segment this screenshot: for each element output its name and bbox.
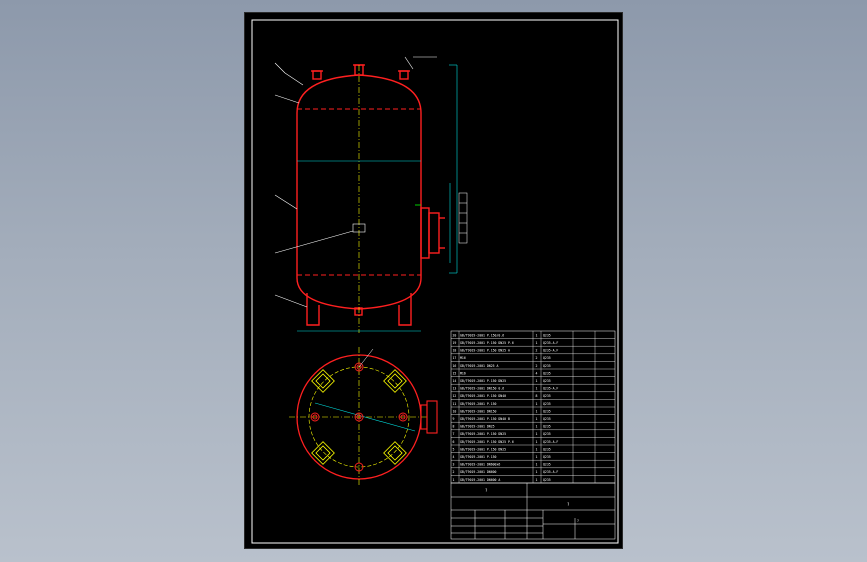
bom-quantity: 1 <box>536 341 538 345</box>
bom-material: Q235 <box>543 356 551 360</box>
bom-spec: GB/T9019-2001 DN600x6 <box>460 463 500 467</box>
top-nozzle-right <box>399 70 409 80</box>
title-label-main: ? <box>485 488 488 493</box>
bom-spec: GB/T9019-2001 P.150 <box>460 455 497 459</box>
bom-material: Q235-A.F <box>543 341 558 345</box>
bom-quantity: 4 <box>536 371 538 375</box>
drawing-border <box>251 19 619 544</box>
bom-spec: GB/T9019-2001 P.150 DN40 <box>460 394 506 398</box>
bom-quantity: 1 <box>536 402 538 406</box>
pressure-vessel-drawing: 20 GB/T9019-2001 P.150/0.6 1 Q23519 GB/T9019… <box>251 19 619 544</box>
bom-material: Q235 <box>543 455 551 459</box>
bom-item-number: 12 <box>453 394 457 398</box>
bom-material: Q235 <box>543 394 551 398</box>
bom-quantity: 1 <box>536 425 538 429</box>
bom-spec: GB/T9019-2001 P.150/0.6 <box>460 333 504 337</box>
drawing-sheet: 20 GB/T9019-2001 P.150/0.6 1 Q235 19 GB/T9019… <box>244 12 623 549</box>
bom-spec: GB/T9019-2001 P.150 DN25 <box>460 432 506 436</box>
bom-item-number: 10 <box>453 409 457 413</box>
bom-spec: GB/T9019-2001 DN150 0.6 <box>460 387 504 391</box>
bom-quantity: 1 <box>536 455 538 459</box>
bom-material: Q235 <box>543 425 551 429</box>
bom-spec: GB/T9019-2001 P.150 DN25 <box>460 447 506 451</box>
bom-item-number: 17 <box>453 356 457 360</box>
bom-material: Q235 <box>543 417 551 421</box>
bom-quantity: 1 <box>536 379 538 383</box>
bom-item-number: 1 <box>453 478 455 482</box>
bom-spec: GB/T9019-2001 P.150 DN25 <box>460 379 506 383</box>
bom-item-number: 6 <box>453 440 455 444</box>
bom-spec: GB/T9019-2001 DN600 <box>460 470 497 474</box>
leader-lines <box>274 56 437 308</box>
bom-quantity: 1 <box>536 333 538 337</box>
bom-spec: GB/T9019-2001 DN25 A <box>460 364 498 368</box>
bom-item-number: 13 <box>453 387 457 391</box>
dimension-column <box>458 192 468 244</box>
bom-spec: GB/T9019-2001 DN600 A <box>460 478 500 482</box>
bom-item-number: 3 <box>453 463 455 467</box>
bom-item-number: 8 <box>453 425 455 429</box>
bom-material: Q235-A.F <box>543 470 558 474</box>
bom-spec: GB/T9019-2001 P.150 <box>460 402 497 406</box>
bom-material: Q235-A.F <box>543 349 558 353</box>
bom-material: Q235 <box>543 409 551 413</box>
bom-item-number: 2 <box>453 470 455 474</box>
bom-material: Q235 <box>543 463 551 467</box>
bom-spec: GB/T9019-2001 DN150 <box>460 409 497 413</box>
bom-material: Q235-A.F <box>543 387 558 391</box>
bom-quantity: 1 <box>536 463 538 467</box>
bom-quantity: 1 <box>536 417 538 421</box>
bill-of-materials: 20 GB/T9019-2001 P.150/0.6 1 Q23519 GB/T9019… <box>450 330 616 484</box>
bom-quantity: 2 <box>536 349 538 353</box>
bom-material: Q235 <box>543 447 551 451</box>
bom-quantity: 2 <box>536 356 538 360</box>
bom-quantity: 1 <box>536 409 538 413</box>
bom-item-number: 18 <box>453 349 457 353</box>
bom-item-number: 7 <box>453 432 455 436</box>
bom-item-number: 9 <box>453 417 455 421</box>
bom-spec: GB/T9019-2001 P.150 DN25 A <box>460 349 510 353</box>
bom-item-number: 11 <box>453 402 457 406</box>
bom-material: Q235-A.F <box>543 440 558 444</box>
bom-quantity: 1 <box>536 440 538 444</box>
bom-quantity: 8 <box>536 394 538 398</box>
title-label-right: ? <box>567 502 570 507</box>
side-manhole-flange <box>420 207 430 259</box>
bom-material: Q235 <box>543 478 551 482</box>
bom-material: Q235 <box>543 364 551 368</box>
bom-material: Q235 <box>543 333 551 337</box>
bom-material: Q235 <box>543 379 551 383</box>
title-block <box>450 482 616 540</box>
bom-material: Q235 <box>543 432 551 436</box>
bom-item-number: 19 <box>453 341 457 345</box>
bom-spec: GB/T9019-2001 P.150 DN25 P.6 <box>460 341 514 345</box>
title-label-sub: ? <box>577 519 579 523</box>
side-manhole-cover <box>428 212 440 254</box>
bom-item-number: 5 <box>453 447 455 451</box>
bom-item-number: 16 <box>453 364 457 368</box>
bom-item-number: 15 <box>453 371 457 375</box>
front-elevation <box>296 64 445 326</box>
bom-spec: GB/T9019-2001 P.150 DN40 B <box>460 417 510 421</box>
bom-quantity: 1 <box>536 470 538 474</box>
bom-quantity: 1 <box>536 387 538 391</box>
bom-spec: GB/T9019-2001 P.150 DN25 P.6 <box>460 440 514 444</box>
bom-spec: GB/T9019-2001 DN25 <box>460 425 495 429</box>
top-nozzle-left <box>312 70 322 80</box>
bom-item-number: 4 <box>453 455 455 459</box>
bom-quantity: 1 <box>536 478 538 482</box>
bom-spec: M16 <box>460 356 466 360</box>
bom-item-number: 14 <box>453 379 457 383</box>
bom-quantity: 1 <box>536 432 538 436</box>
bom-material: Q235 <box>543 371 551 375</box>
bom-quantity: 2 <box>536 364 538 368</box>
bom-item-number: 20 <box>453 333 457 337</box>
plan-view <box>289 347 438 487</box>
bom-quantity: 1 <box>536 447 538 451</box>
bom-material: Q235 <box>543 402 551 406</box>
bom-spec: M16 <box>460 371 466 375</box>
